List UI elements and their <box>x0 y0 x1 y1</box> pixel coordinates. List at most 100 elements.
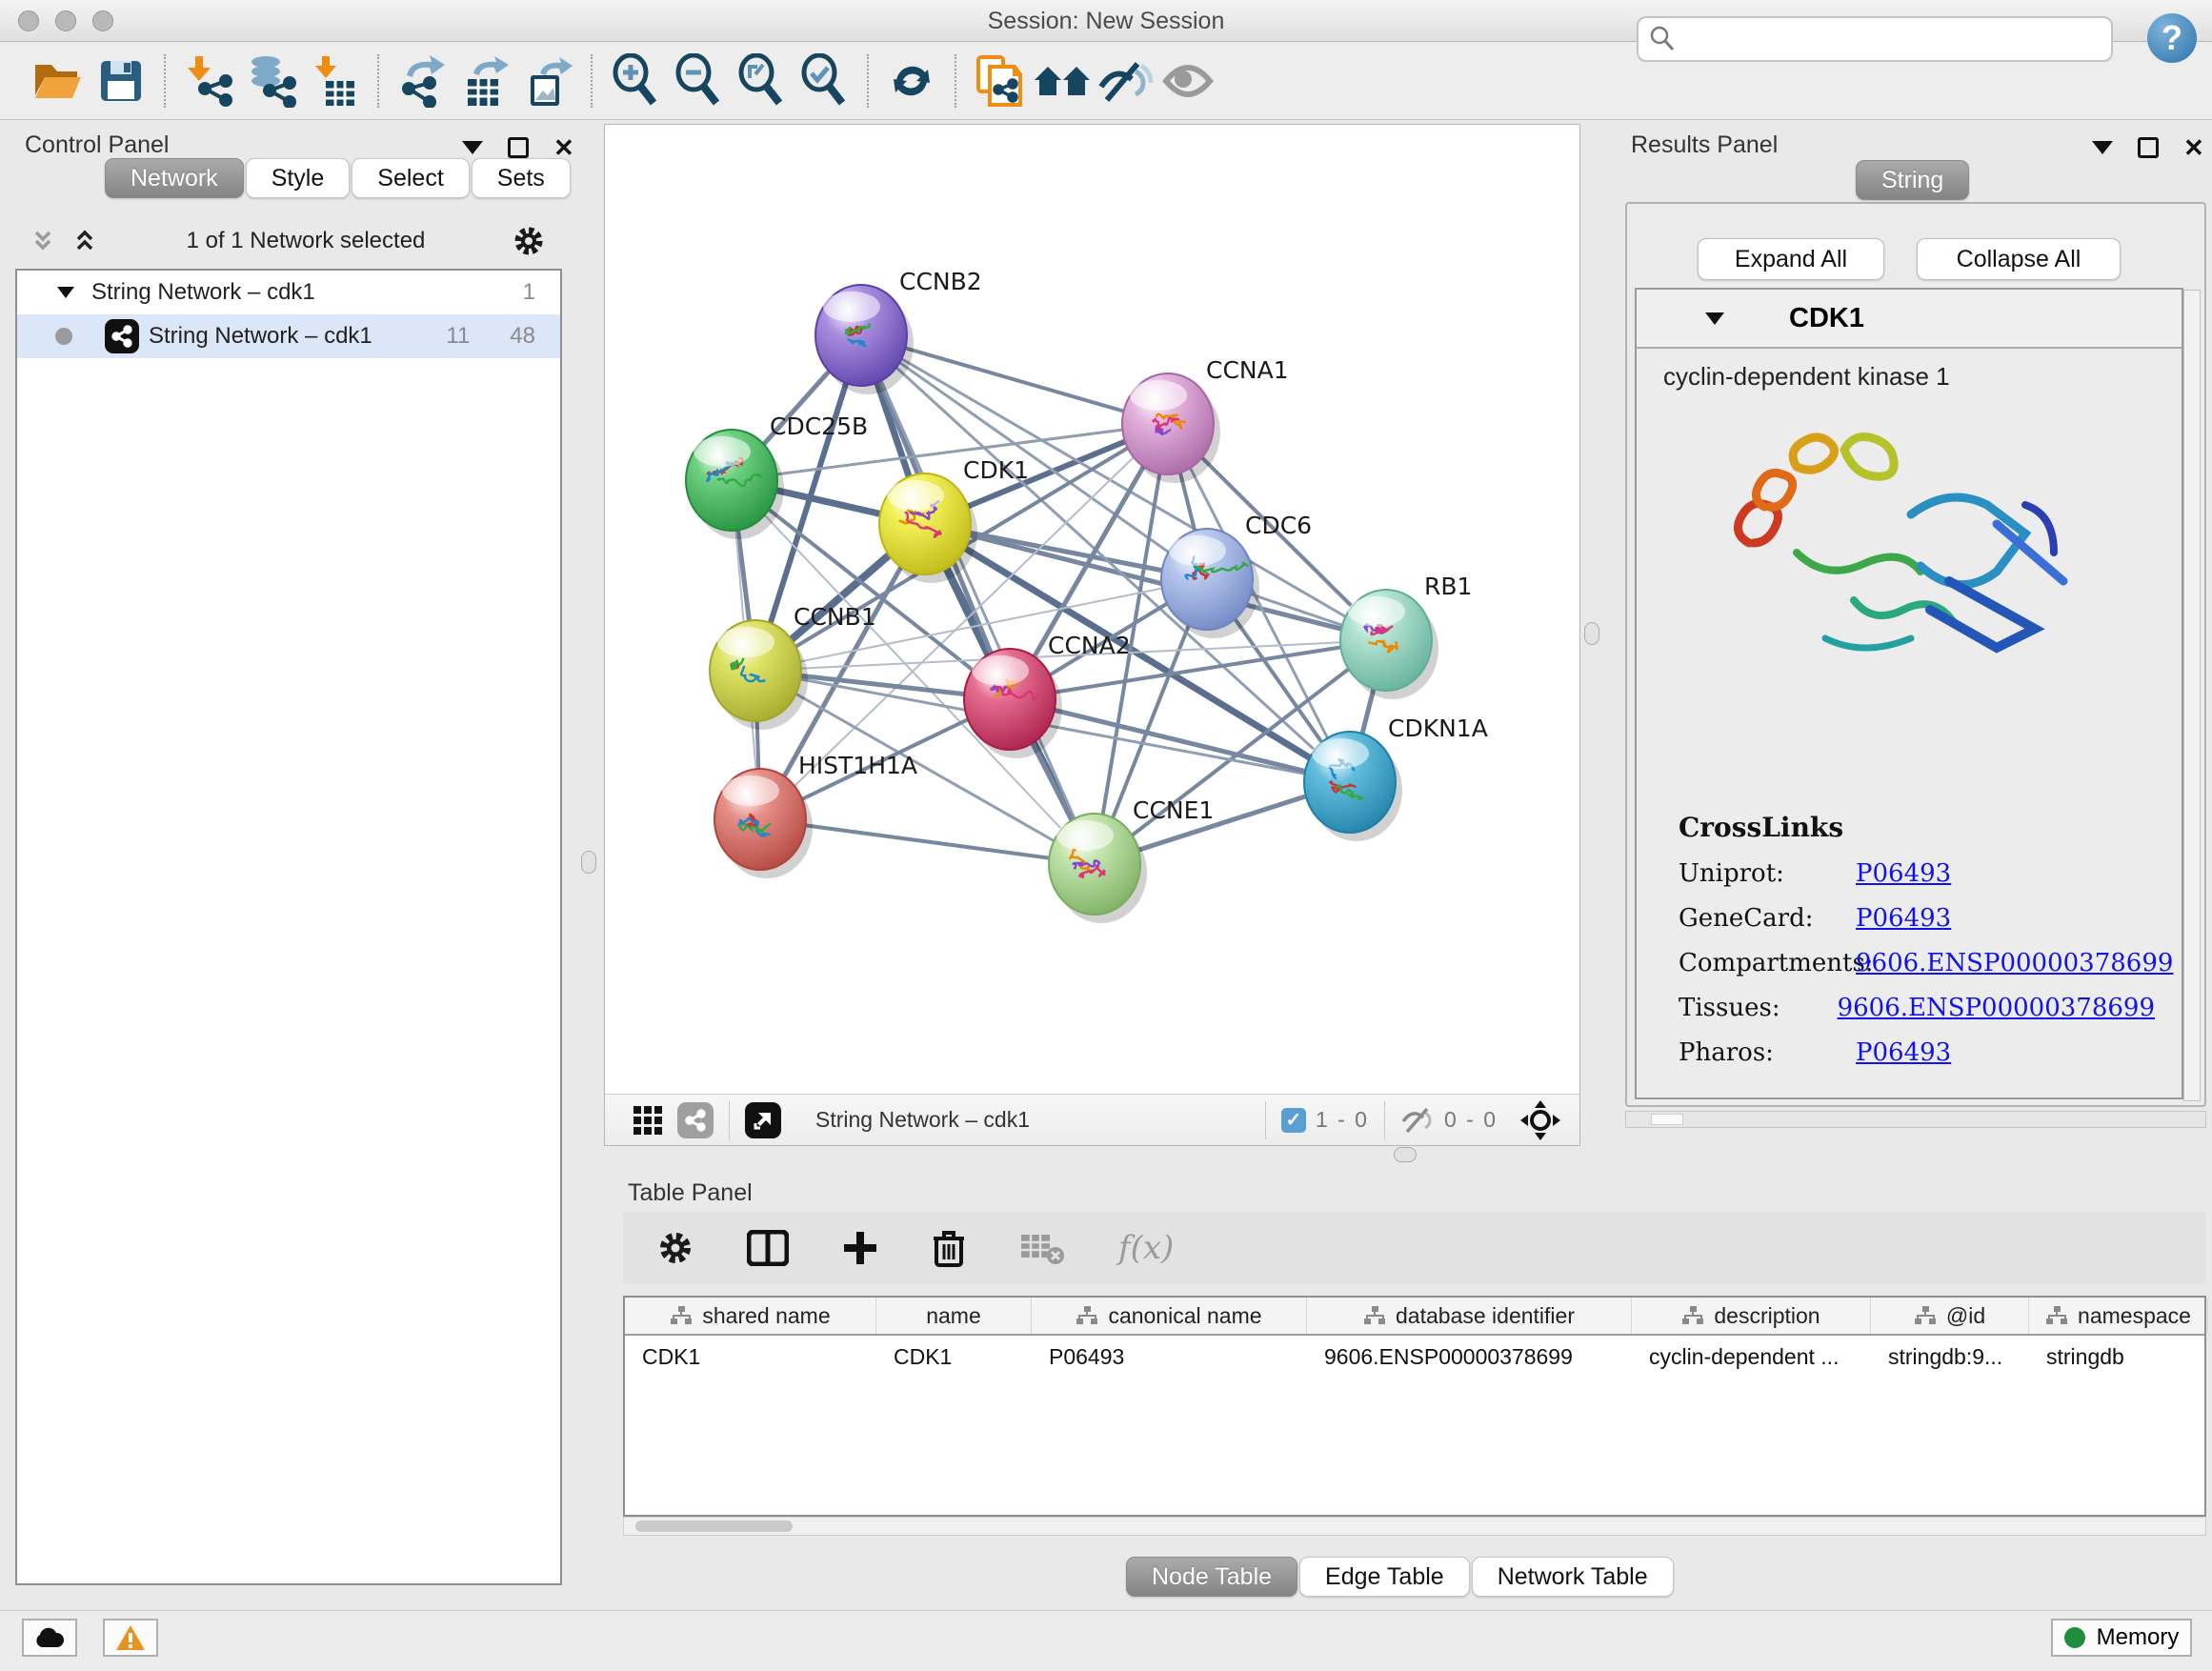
network-node-cdc25b[interactable]: CDC25B <box>686 413 868 539</box>
right-splitter-handle[interactable] <box>1584 622 1599 645</box>
export-network-icon[interactable] <box>391 50 453 112</box>
show-column-selector-icon[interactable] <box>747 1230 789 1266</box>
zoom-in-icon[interactable] <box>604 50 667 112</box>
collection-label: String Network – cdk1 <box>91 279 523 306</box>
column-header-databaseidentifier[interactable]: database identifier <box>1307 1298 1632 1334</box>
table-row[interactable]: CDK1CDK1P064939606.ENSP00000378699cyclin… <box>625 1336 2204 1378</box>
network-node-ccnb2[interactable]: CCNB2 <box>815 268 982 394</box>
zoom-out-icon[interactable] <box>667 50 730 112</box>
table-cell[interactable]: stringdb:9... <box>1871 1336 2029 1378</box>
column-header-canonicalname[interactable]: canonical name <box>1032 1298 1307 1334</box>
table-cell[interactable]: P06493 <box>1032 1336 1307 1378</box>
network-collection-row[interactable]: String Network – cdk1 1 <box>17 271 560 314</box>
close-panel-icon[interactable]: ✕ <box>553 135 574 160</box>
zoom-fit-content-icon[interactable] <box>730 50 793 112</box>
table-cell[interactable]: stringdb <box>2029 1336 2208 1378</box>
tab-network[interactable]: Network <box>105 158 244 198</box>
export-image-icon[interactable] <box>516 50 579 112</box>
cloud-status-button[interactable] <box>22 1619 77 1657</box>
network-status-dot <box>55 328 72 345</box>
table-cell[interactable]: 9606.ENSP00000378699 <box>1307 1336 1632 1378</box>
birds-eye-grid-icon[interactable] <box>632 1104 664 1137</box>
network-edge[interactable] <box>861 335 1095 864</box>
crosslink-genecard-link[interactable]: P06493 <box>1856 904 1951 933</box>
expand-all-button[interactable]: Expand All <box>1698 238 1884 280</box>
zoom-selected-icon[interactable] <box>793 50 855 112</box>
network-node-hist1h1a[interactable]: HIST1H1A <box>714 752 917 878</box>
panel-menu-icon[interactable] <box>462 141 483 154</box>
table-options-gear-icon[interactable] <box>657 1230 694 1266</box>
export-table-icon[interactable] <box>453 50 516 112</box>
import-network-file-icon[interactable] <box>177 50 240 112</box>
scrollbar-thumb[interactable] <box>635 1520 793 1532</box>
help-button[interactable]: ? <box>2147 13 2197 63</box>
column-source-icon <box>1681 1305 1704 1326</box>
network-node-ccna1[interactable]: CCNA1 <box>1122 356 1289 483</box>
network-node-rb1[interactable]: RB1 <box>1340 573 1472 699</box>
column-header-sharedname[interactable]: shared name <box>625 1298 876 1334</box>
add-column-icon[interactable] <box>842 1230 878 1266</box>
save-session-icon[interactable] <box>90 50 152 112</box>
delete-table-icon[interactable] <box>1019 1231 1065 1265</box>
bottom-splitter-handle[interactable] <box>1394 1147 1417 1162</box>
float-panel-icon[interactable] <box>508 137 529 158</box>
search-box[interactable] <box>1637 16 2113 62</box>
results-horizontal-scrollbar[interactable] <box>1625 1111 2206 1128</box>
collection-expand-icon[interactable] <box>55 282 76 303</box>
close-panel-icon[interactable]: ✕ <box>2183 135 2204 160</box>
first-neighbors-icon[interactable] <box>1031 50 1094 112</box>
collapse-all-button[interactable]: Collapse All <box>1917 238 2121 280</box>
pan-crosshair-icon[interactable] <box>1520 1100 1560 1140</box>
tab-select[interactable]: Select <box>352 158 469 198</box>
column-header-namespace[interactable]: namespace <box>2029 1298 2208 1334</box>
tab-edge-table[interactable]: Edge Table <box>1299 1557 1470 1597</box>
network-edge-count: 48 <box>510 323 535 350</box>
crosslink-tissues-link[interactable]: 9606.ENSP00000378699 <box>1838 994 2155 1022</box>
expand-all-networks-icon[interactable] <box>29 227 57 255</box>
apply-layout-icon[interactable] <box>880 50 943 112</box>
column-header-description[interactable]: description <box>1632 1298 1871 1334</box>
table-cell[interactable]: CDK1 <box>876 1336 1032 1378</box>
collapse-all-networks-icon[interactable] <box>70 227 99 255</box>
results-vertical-scrollbar[interactable] <box>2183 290 2201 1101</box>
import-table-file-icon[interactable] <box>303 50 366 112</box>
tab-style[interactable]: Style <box>246 158 351 198</box>
network-canvas[interactable]: CCNB2CCNA1CDC25BCDK1CDC6RB1CCNB1CCNA2HIS… <box>605 125 1579 1094</box>
open-session-icon[interactable] <box>27 50 90 112</box>
float-panel-icon[interactable] <box>2138 137 2159 158</box>
left-splitter-handle[interactable] <box>581 851 596 874</box>
function-builder-icon[interactable]: f(x) <box>1118 1229 1174 1267</box>
search-input[interactable] <box>1677 25 2111 53</box>
open-in-browser-icon[interactable] <box>745 1102 781 1138</box>
network-row-selected[interactable]: String Network – cdk1 11 48 <box>17 314 560 358</box>
network-view-title: String Network – cdk1 <box>815 1107 1030 1133</box>
crosslink-compartments-link[interactable]: 9606.ENSP00000378699 <box>1856 949 2173 977</box>
tab-sets[interactable]: Sets <box>472 158 571 198</box>
crosslink-pharos-link[interactable]: P06493 <box>1856 1038 1951 1067</box>
memory-button[interactable]: Memory <box>2051 1619 2192 1657</box>
table-cell[interactable]: CDK1 <box>625 1336 876 1378</box>
column-header-id[interactable]: @id <box>1871 1298 2029 1334</box>
tab-network-table[interactable]: Network Table <box>1472 1557 1674 1597</box>
network-share-icon[interactable] <box>677 1102 714 1138</box>
table-cell[interactable]: cyclin-dependent ... <box>1632 1336 1871 1378</box>
panel-menu-icon[interactable] <box>2092 141 2113 154</box>
network-view[interactable]: CCNB2CCNA1CDC25BCDK1CDC6RB1CCNB1CCNA2HIS… <box>604 124 1580 1146</box>
warnings-button[interactable] <box>103 1619 158 1657</box>
crosslink-uniprot-link[interactable]: P06493 <box>1856 859 1951 888</box>
hide-selection-icon[interactable] <box>1094 50 1156 112</box>
import-network-database-icon[interactable] <box>240 50 303 112</box>
selected-nodes-checkbox[interactable]: ✓ <box>1281 1108 1306 1133</box>
network-node-cdc6[interactable]: CDC6 <box>1161 512 1312 638</box>
delete-column-icon[interactable] <box>932 1229 966 1267</box>
tab-string[interactable]: String <box>1856 160 1969 200</box>
tab-node-table[interactable]: Node Table <box>1126 1557 1297 1597</box>
table-horizontal-scrollbar[interactable] <box>623 1517 2206 1536</box>
network-node-cdkn1a[interactable]: CDKN1A <box>1304 715 1488 841</box>
column-header-name[interactable]: name <box>876 1298 1032 1334</box>
new-network-from-selection-icon[interactable] <box>968 50 1031 112</box>
network-options-gear-icon[interactable] <box>513 225 545 257</box>
show-all-icon[interactable] <box>1156 50 1219 112</box>
node-details-header[interactable]: CDK1 <box>1637 290 2182 349</box>
collapse-entry-icon[interactable] <box>1703 307 1726 330</box>
